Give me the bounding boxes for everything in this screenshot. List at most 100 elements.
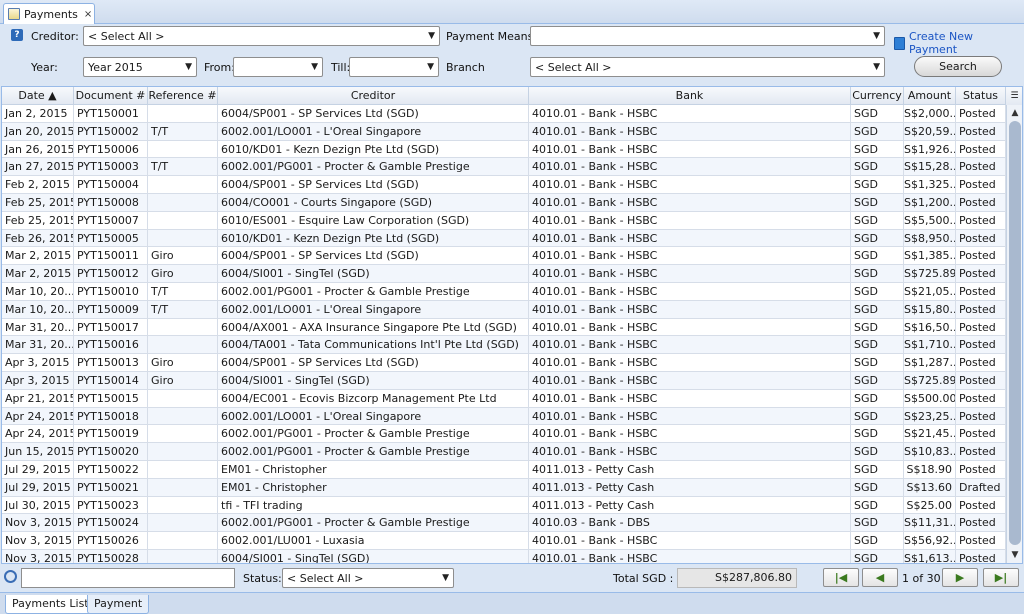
year-select-value: Year 2015 <box>88 60 143 74</box>
cell-creditor: 6002.001/PG001 - Procter & Gamble Presti… <box>218 283 529 300</box>
column-header-bank[interactable]: Bank <box>529 87 851 105</box>
prev-page-button[interactable]: ◀ <box>862 568 898 587</box>
cell-document: PYT150003 <box>74 158 148 176</box>
table-row[interactable]: Feb 2, 2015 PYT150004 6004/SP001 - SP Serv… <box>2 176 1006 194</box>
chevron-down-icon: ▼ <box>428 31 435 41</box>
last-page-button[interactable]: ▶| <box>983 568 1019 587</box>
create-new-payment-link[interactable]: Create New Payment <box>894 30 1024 56</box>
year-select[interactable]: Year 2015 ▼ <box>83 57 197 77</box>
table-row[interactable]: Apr 24, 2015 PYT150018 6002.001/LO001 - L'… <box>2 407 1006 426</box>
chevron-down-icon: ▼ <box>442 573 449 583</box>
cell-bank: 4010.01 - Bank - HSBC <box>529 283 851 300</box>
table-row[interactable]: Feb 26, 2015 PYT150005 6010/KD01 - Kezn De… <box>2 229 1006 248</box>
cell-creditor: 6002.001/LO001 - L'Oreal Singapore <box>218 122 529 140</box>
table-row[interactable]: Nov 3, 2015 PYT150028 6004/SI001 - SingTel… <box>2 550 1006 563</box>
cell-date: Jan 2, 2015 <box>2 105 74 122</box>
column-header-date[interactable]: Date ▲ <box>2 87 74 105</box>
cell-status: Posted <box>956 532 1006 550</box>
payment-means-select[interactable]: ▼ <box>530 26 885 46</box>
chevron-down-icon: ▼ <box>873 62 880 72</box>
table-row[interactable]: Apr 21, 2015 PYT150015 6004/EC001 - Ecovis… <box>2 389 1006 408</box>
table-row[interactable]: Jul 29, 2015 PYT150021 EM01 - Christopher 4… <box>2 478 1006 497</box>
table-row[interactable]: Feb 25, 2015 PYT150007 6010/ES001 - Esquir… <box>2 211 1006 230</box>
column-header-status[interactable]: Status <box>956 87 1006 105</box>
table-row[interactable]: Jul 29, 2015 PYT150022 EM01 - Christopher 4… <box>2 461 1006 479</box>
tab-payments[interactable]: Payments × <box>3 3 95 24</box>
table-row[interactable]: Mar 10, 20... PYT150009 T/T 6002.001/LO001 … <box>2 300 1006 319</box>
cell-currency: SGD <box>851 300 904 318</box>
quick-search-input[interactable] <box>21 568 235 588</box>
cell-amount: S$2,000... <box>904 105 956 122</box>
column-header-creditor[interactable]: Creditor <box>218 87 529 105</box>
from-date-select[interactable]: ▼ <box>233 57 323 77</box>
cell-status: Posted <box>956 461 1006 478</box>
tab-payments-list[interactable]: Payments List <box>5 595 96 614</box>
cell-creditor: 6004/SI001 - SingTel (SGD) <box>218 372 529 389</box>
tab-payment[interactable]: Payment <box>87 595 150 614</box>
cell-bank: 4010.01 - Bank - HSBC <box>529 443 851 461</box>
table-row[interactable]: Feb 25, 2015 PYT150008 6004/CO001 - Courts… <box>2 194 1006 212</box>
cell-date: Jul 30, 2015 <box>2 496 74 514</box>
cell-status: Posted <box>956 389 1006 407</box>
table-row[interactable]: Mar 2, 2015 PYT150011 Giro 6004/SP001 - SP … <box>2 247 1006 266</box>
cell-bank: 4010.01 - Bank - HSBC <box>529 122 851 140</box>
find-icon[interactable] <box>4 570 17 583</box>
table-row[interactable]: Mar 2, 2015 PYT150012 Giro 6004/SI001 - Sin… <box>2 265 1006 283</box>
total-label: Total SGD : <box>613 572 674 585</box>
till-date-select[interactable]: ▼ <box>349 57 439 77</box>
cell-document: PYT150013 <box>74 354 148 372</box>
table-row[interactable]: Nov 3, 2015 PYT150024 6002.001/PG001 - Pro… <box>2 514 1006 533</box>
cell-document: PYT150028 <box>74 550 148 563</box>
cell-status: Posted <box>956 550 1006 563</box>
cell-date: Mar 10, 20... <box>2 300 74 318</box>
column-header-amount[interactable]: Amount <box>904 87 956 105</box>
cell-document: PYT150021 <box>74 478 148 496</box>
help-icon[interactable]: ? <box>11 29 23 41</box>
first-page-button[interactable]: |◀ <box>823 568 859 587</box>
table-row[interactable]: Jan 26, 2015 PYT150006 6010/KD01 - Kezn De… <box>2 140 1006 159</box>
column-header-reference[interactable]: Reference # <box>148 87 218 105</box>
cell-reference: Giro <box>148 247 218 265</box>
table-row[interactable]: Apr 24, 2015 PYT150019 6002.001/PG001 - Pr… <box>2 425 1006 444</box>
cell-currency: SGD <box>851 211 904 229</box>
cell-date: Feb 25, 2015 <box>2 211 74 229</box>
cell-amount: S$1,287... <box>904 354 956 372</box>
column-header-currency[interactable]: Currency <box>851 87 904 105</box>
cell-currency: SGD <box>851 158 904 176</box>
table-row[interactable]: Apr 3, 2015 PYT150013 Giro 6004/SP001 - SP … <box>2 354 1006 372</box>
close-icon[interactable]: × <box>84 9 92 20</box>
table-row[interactable]: Nov 3, 2015 PYT150026 6002.001/LU001 - Lux… <box>2 532 1006 550</box>
table-row[interactable]: Jul 30, 2015 PYT150023 tfi - TFI trading 40… <box>2 496 1006 515</box>
column-header-document[interactable]: Document # <box>74 87 148 105</box>
status-label: Status: <box>243 572 282 585</box>
creditor-select-value: < Select All > <box>88 29 165 43</box>
table-row[interactable]: Jun 15, 2015 PYT150020 6002.001/PG001 - Pr… <box>2 443 1006 461</box>
table-row[interactable]: Apr 3, 2015 PYT150014 Giro 6004/SI001 - Sin… <box>2 372 1006 390</box>
table-row[interactable]: Jan 27, 2015 PYT150003 T/T 6002.001/PG001 -… <box>2 158 1006 177</box>
branch-select[interactable]: < Select All > ▼ <box>530 57 885 77</box>
cell-reference <box>148 336 218 354</box>
cell-reference <box>148 105 218 122</box>
column-menu-icon[interactable]: ☰ <box>1006 87 1022 105</box>
vertical-scrollbar[interactable]: ▲ ▼ <box>1006 105 1022 563</box>
scroll-down-icon[interactable]: ▼ <box>1009 549 1021 561</box>
scroll-thumb[interactable] <box>1009 121 1021 545</box>
cell-bank: 4010.01 - Bank - HSBC <box>529 158 851 176</box>
bottom-tab-bar: Payments List Payment <box>0 592 1024 614</box>
tab-strip: Payments × <box>0 0 1024 24</box>
cell-date: Feb 26, 2015 <box>2 229 74 247</box>
table-row[interactable]: Jan 20, 2015 PYT150002 T/T 6002.001/LO001 -… <box>2 122 1006 141</box>
creditor-select[interactable]: < Select All > ▼ <box>83 26 440 46</box>
table-row[interactable]: Mar 31, 20... PYT150016 6004/TA001 - Tata … <box>2 336 1006 355</box>
status-select[interactable]: < Select All > ▼ <box>282 568 454 588</box>
table-row[interactable]: Mar 10, 20... PYT150010 T/T 6002.001/PG001 … <box>2 283 1006 301</box>
cell-amount: S$13.60 <box>904 478 956 496</box>
cell-creditor: 6002.001/PG001 - Procter & Gamble Presti… <box>218 425 529 443</box>
cell-currency: SGD <box>851 247 904 265</box>
next-page-button[interactable]: ▶ <box>942 568 978 587</box>
table-row[interactable]: Jan 2, 2015 PYT150001 6004/SP001 - SP Serv… <box>2 105 1006 123</box>
scroll-up-icon[interactable]: ▲ <box>1009 107 1021 119</box>
table-row[interactable]: Mar 31, 20... PYT150017 6004/AX001 - AXA I… <box>2 318 1006 337</box>
search-button[interactable]: Search <box>914 56 1002 77</box>
cell-creditor: 6004/SP001 - SP Services Ltd (SGD) <box>218 247 529 265</box>
